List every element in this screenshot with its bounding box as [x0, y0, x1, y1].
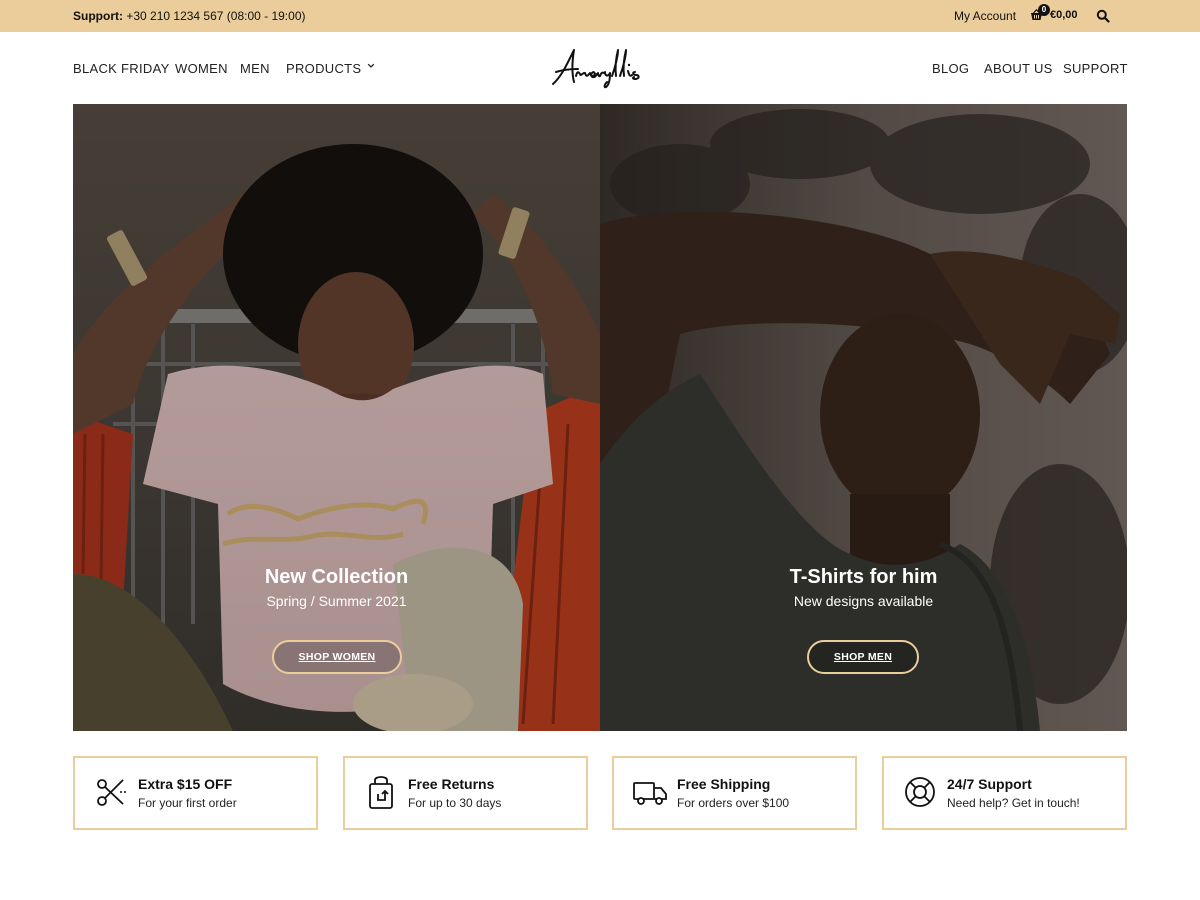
- my-account-link[interactable]: My Account: [954, 9, 1016, 23]
- feature-discount-title: Extra $15 OFF: [138, 776, 233, 792]
- support-info: Support: +30 210 1234 567 (08:00 - 19:00…: [73, 9, 306, 23]
- support-label: Support:: [73, 9, 123, 23]
- brand-logo[interactable]: [550, 44, 654, 92]
- chevron-down-icon: [368, 63, 375, 68]
- shop-men-button[interactable]: SHOP MEN: [807, 640, 919, 674]
- hero-banner: New Collection Spring / Summer 2021 SHOP…: [73, 104, 1127, 731]
- cart-count-badge: 0: [1038, 4, 1050, 16]
- hero-panel-women[interactable]: New Collection Spring / Summer 2021 SHOP…: [73, 104, 600, 731]
- cart-total: €0,00: [1050, 9, 1078, 21]
- delivery-truck-icon: [633, 782, 667, 805]
- scissors-icon: [97, 779, 126, 806]
- nav-item-women[interactable]: WOMEN: [175, 61, 228, 76]
- feature-returns[interactable]: Free Returns For up to 30 days: [343, 756, 588, 830]
- hero-women-subtitle: Spring / Summer 2021: [266, 593, 407, 609]
- lifebuoy-icon: [905, 777, 935, 807]
- nav-item-black-friday[interactable]: BLACK FRIDAY: [73, 61, 170, 76]
- hero-men-caption: T-Shirts for him New designs available: [600, 566, 1127, 609]
- feature-shipping[interactable]: Free Shipping For orders over $100: [612, 756, 857, 830]
- top-support-bar: Support: +30 210 1234 567 (08:00 - 19:00…: [0, 0, 1200, 32]
- feature-support-title: 24/7 Support: [947, 776, 1032, 792]
- hero-men-subtitle: New designs available: [793, 593, 934, 609]
- search-icon[interactable]: [1096, 9, 1110, 23]
- hero-women-title: New Collection: [264, 566, 409, 588]
- nav-item-men[interactable]: MEN: [240, 61, 270, 76]
- feature-returns-title: Free Returns: [408, 776, 495, 792]
- support-phone: +30 210 1234 567 (08:00 - 19:00): [126, 9, 306, 23]
- nav-item-about-us[interactable]: ABOUT US: [984, 61, 1053, 76]
- hero-women-caption: New Collection Spring / Summer 2021: [73, 566, 600, 609]
- main-header: BLACK FRIDAY WOMEN MEN PRODUCTS BLOG ABO…: [0, 32, 1200, 104]
- hero-men-overlay: [600, 104, 1127, 731]
- feature-support[interactable]: 24/7 Support Need help? Get in touch!: [882, 756, 1127, 830]
- hero-men-title: T-Shirts for him: [789, 566, 938, 588]
- feature-discount-subtitle: For your first order: [138, 796, 237, 810]
- nav-item-support[interactable]: SUPPORT: [1063, 61, 1128, 76]
- nav-item-products-label: PRODUCTS: [286, 61, 362, 76]
- feature-shipping-title: Free Shipping: [677, 776, 771, 792]
- feature-support-subtitle: Need help? Get in touch!: [947, 796, 1080, 810]
- feature-discount[interactable]: Extra $15 OFF For your first order: [73, 756, 318, 830]
- shop-women-button[interactable]: SHOP WOMEN: [272, 640, 402, 674]
- nav-item-products[interactable]: PRODUCTS: [286, 61, 375, 76]
- feature-shipping-subtitle: For orders over $100: [677, 796, 790, 810]
- shopping-bag-return-icon: [369, 776, 393, 809]
- hero-women-overlay: [73, 104, 600, 731]
- feature-returns-subtitle: For up to 30 days: [408, 796, 502, 810]
- nav-item-blog[interactable]: BLOG: [932, 61, 969, 76]
- cart-button[interactable]: 0 €0,00: [1030, 4, 1084, 26]
- hero-panel-men[interactable]: T-Shirts for him New designs available S…: [600, 104, 1127, 731]
